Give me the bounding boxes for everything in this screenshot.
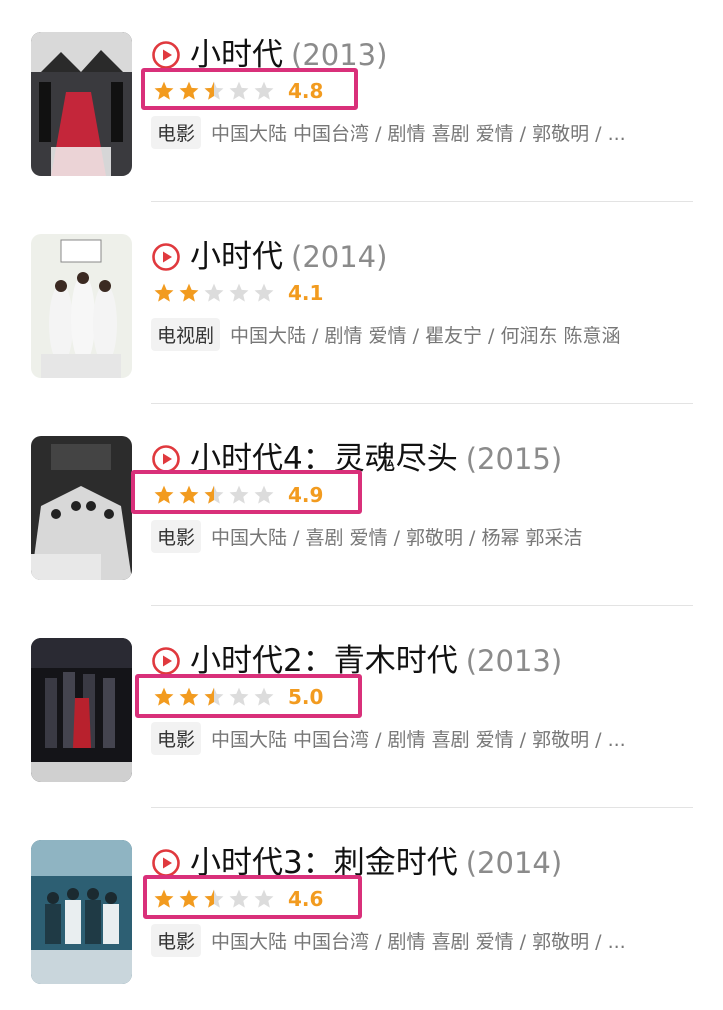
meta-row: 电影 中国大陆 中国台湾 / 剧情 喜剧 爱情 / 郭敬明 / ... [151,114,626,150]
search-results-list: 小时代 (2013) 4.8 电影 中国大陆 中国台湾 / 剧情 喜剧 爱情 / 郭… [0,0,723,1000]
star-full-icon [154,283,174,302]
type-tag: 电视剧 [151,317,221,351]
play-icon [152,647,180,675]
rating-row: 4.1 [153,278,323,308]
result-item[interactable]: 小时代4：灵魂尽头 (2015) 4.9 电影 中国大陆 / 喜剧 爱情 / 郭敬明… [0,404,723,606]
movie-year: (2015) [465,442,563,476]
meta-info: 中国大陆 中国台湾 / 剧情 喜剧 爱情 / 郭敬明 / ... [211,122,626,145]
play-icon [152,41,180,69]
meta-info: 中国大陆 / 剧情 爱情 / 瞿友宁 / 何润东 陈意涵 [230,324,621,347]
meta-row: 电视剧 中国大陆 / 剧情 爱情 / 瞿友宁 / 何润东 陈意涵 [151,316,621,352]
highlight-box [135,674,362,718]
rating-score: 4.1 [288,281,324,305]
result-item[interactable]: 小时代3：刺金时代 (2014) 4.6 电影 中国大陆 中国台湾 / 剧情 喜剧 … [0,808,723,1010]
poster-image[interactable] [31,234,132,378]
star-empty-icon [204,283,224,302]
type-tag: 电影 [151,923,202,957]
meta-info: 中国大陆 中国台湾 / 剧情 喜剧 爱情 / 郭敬明 / ... [211,728,626,751]
poster-image[interactable] [31,436,132,580]
highlight-box [131,470,362,514]
result-item[interactable]: 小时代 (2013) 4.8 电影 中国大陆 中国台湾 / 剧情 喜剧 爱情 / 郭… [0,0,723,202]
type-tag: 电影 [151,115,202,149]
movie-year: (2014) [291,240,388,274]
highlight-box [141,68,358,110]
play-icon [152,849,180,877]
star-empty-icon [229,283,249,302]
meta-row: 电影 中国大陆 / 喜剧 爱情 / 郭敬明 / 杨幂 郭采洁 [151,518,583,554]
result-item[interactable]: 小时代 (2014) 4.1 电视剧 中国大陆 / 剧情 爱情 / 瞿友宁 / 何润… [0,202,723,404]
poster-image[interactable] [31,32,132,176]
movie-title[interactable]: 小时代 [190,239,283,275]
movie-year: (2013) [465,644,563,678]
meta-info: 中国大陆 / 喜剧 爱情 / 郭敬明 / 杨幂 郭采洁 [211,526,583,549]
star-full-icon [179,283,199,302]
meta-row: 电影 中国大陆 中国台湾 / 剧情 喜剧 爱情 / 郭敬明 / ... [151,922,626,958]
title-row[interactable]: 小时代 (2014) [190,234,387,280]
poster-image[interactable] [31,840,132,984]
movie-year: (2013) [291,38,388,72]
star-empty-icon [254,283,274,302]
meta-info: 中国大陆 中国台湾 / 剧情 喜剧 爱情 / 郭敬明 / ... [211,930,626,953]
type-tag: 电影 [151,519,202,553]
poster-image[interactable] [31,638,132,782]
highlight-box [143,875,362,919]
type-tag: 电影 [151,721,202,755]
play-icon [152,243,180,271]
result-item[interactable]: 小时代2：青木时代 (2013) 5.0 电影 中国大陆 中国台湾 / 剧情 喜剧 … [0,606,723,808]
meta-row: 电影 中国大陆 中国台湾 / 剧情 喜剧 爱情 / 郭敬明 / ... [151,720,626,756]
movie-year: (2014) [465,846,563,880]
